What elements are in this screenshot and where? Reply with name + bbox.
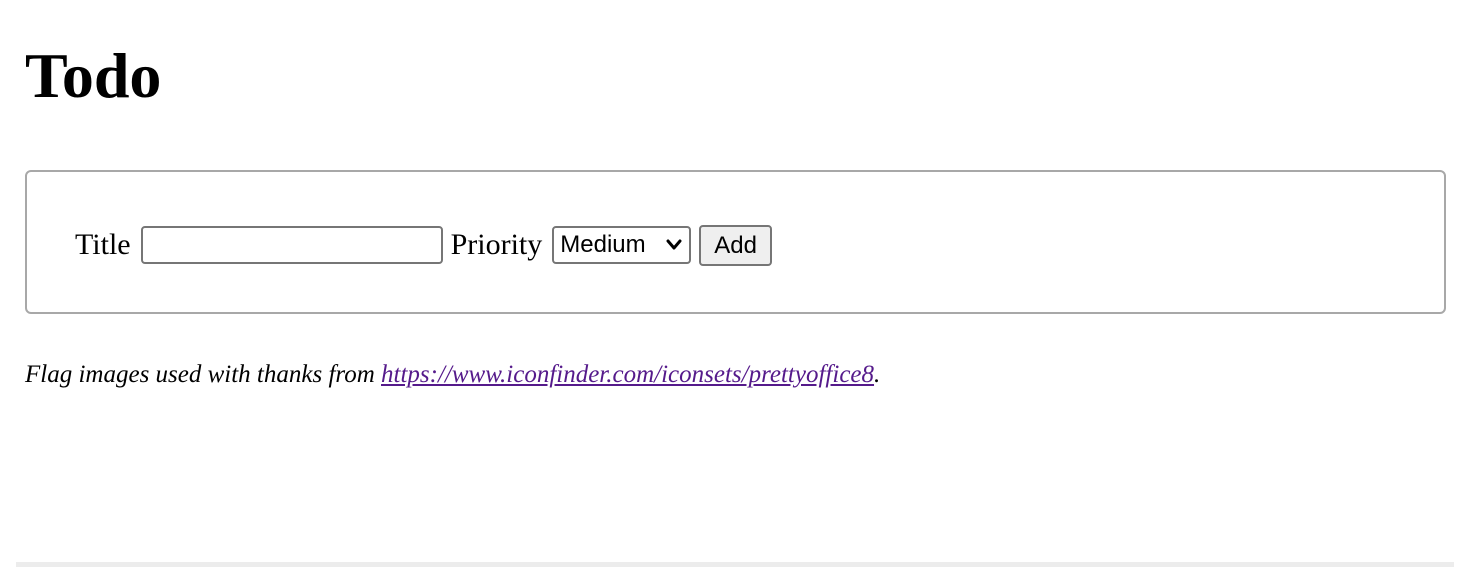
iconfinder-link[interactable]: https://www.iconfinder.com/iconsets/pret… xyxy=(381,361,874,388)
title-label: Title xyxy=(75,228,131,261)
form-row: Title Priority Medium Add xyxy=(75,224,772,266)
add-button[interactable]: Add xyxy=(699,224,772,266)
title-input[interactable] xyxy=(140,226,443,264)
bottom-divider xyxy=(16,562,1454,567)
priority-select[interactable]: Medium xyxy=(552,226,692,264)
page: Todo Title Priority Medium Add Flag imag… xyxy=(0,0,1474,567)
add-todo-form: Title Priority Medium Add xyxy=(25,170,1446,314)
page-title: Todo xyxy=(25,40,162,111)
credits-suffix: . xyxy=(874,361,881,388)
priority-selected-value: Medium xyxy=(560,231,646,258)
priority-label: Priority xyxy=(450,228,543,261)
credits-text: Flag images used with thanks from https:… xyxy=(25,358,880,392)
chevron-down-icon xyxy=(666,239,682,250)
credits-prefix: Flag images used with thanks from xyxy=(25,361,382,388)
